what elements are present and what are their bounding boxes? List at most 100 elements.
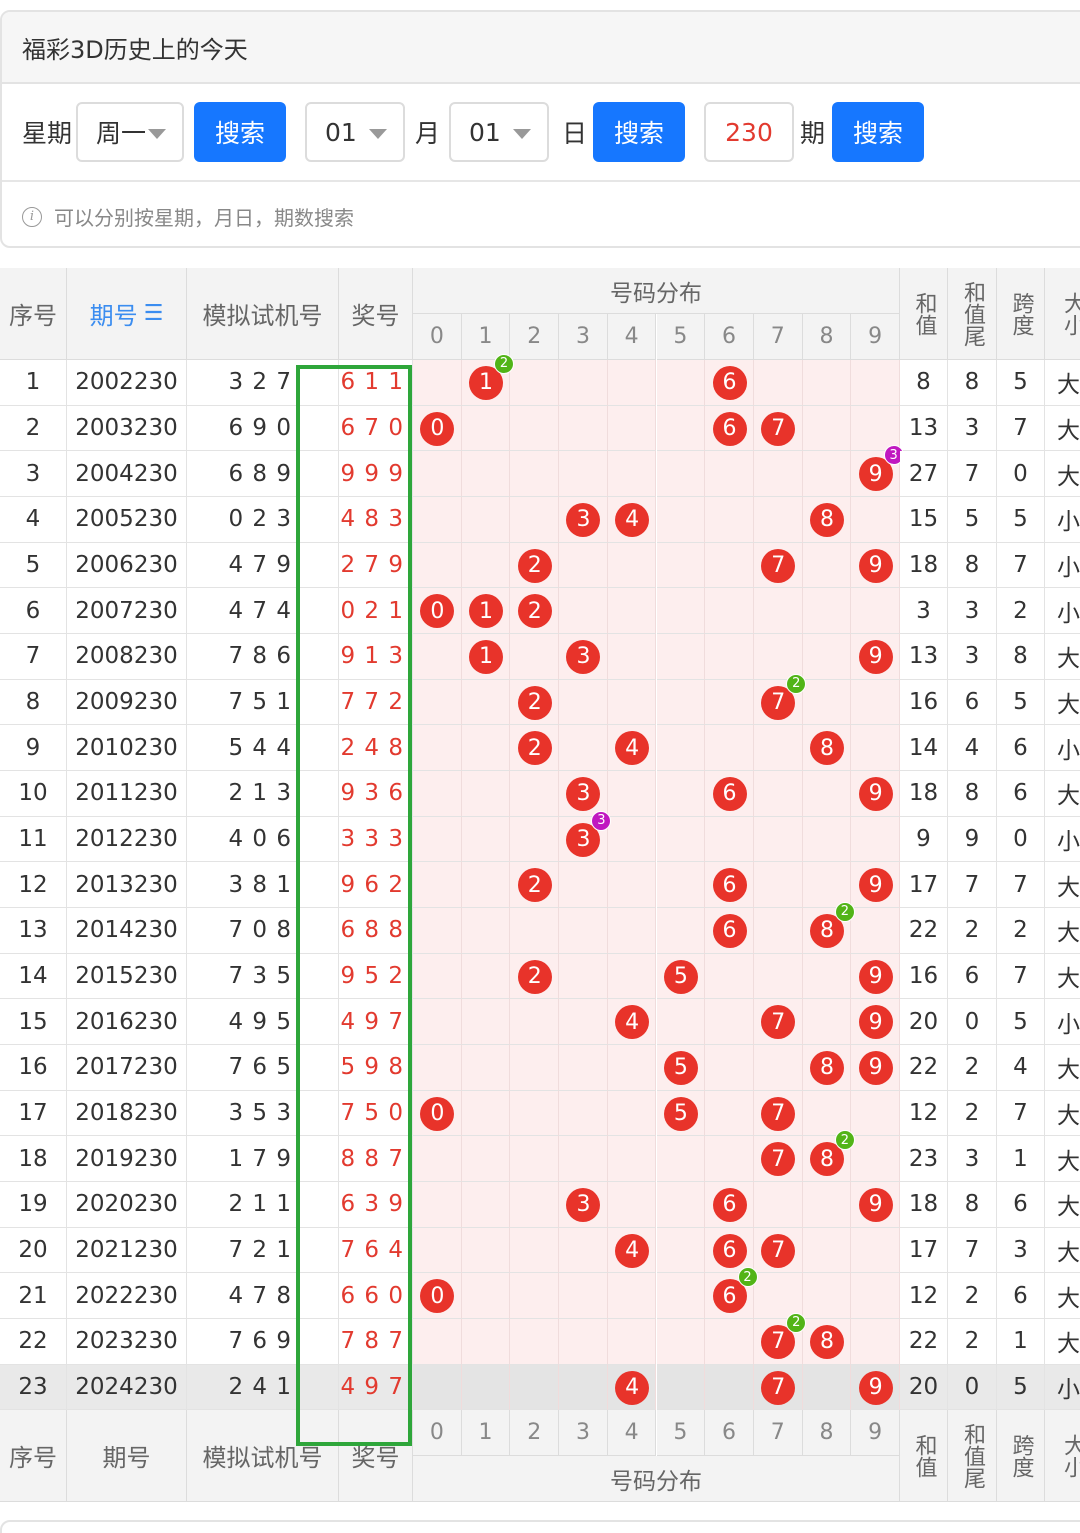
dist-cell [559, 1227, 608, 1274]
row-sum-tail: 8 [948, 771, 997, 817]
date-search-button[interactable]: 搜索 [593, 102, 685, 162]
issue-input[interactable]: 230 [704, 102, 794, 162]
dist-cell [607, 953, 657, 1000]
dist-cell [559, 679, 608, 726]
dist-cell [753, 634, 803, 680]
dist-cell [656, 1319, 706, 1365]
dist-cell [559, 1273, 608, 1320]
row-sim-number: 3 2 7 [187, 360, 339, 406]
dist-cell [559, 1090, 608, 1137]
row-span: 5 [997, 497, 1045, 543]
dist-cell [510, 1273, 560, 1320]
row-prize-number: 6 8 8 [339, 908, 413, 954]
dist-cell [705, 1045, 754, 1091]
row-prize-number: 9 6 2 [339, 862, 413, 909]
row-sim-number: 0 2 3 [187, 497, 339, 543]
dist-cell [607, 1273, 657, 1320]
header-issue[interactable]: 期号 ☰ [67, 268, 187, 360]
number-ball: 9 [858, 776, 893, 811]
dist-cell [656, 999, 706, 1046]
row-sum-tail: 6 [948, 953, 997, 1000]
row-sim-number: 3 5 3 [187, 1090, 339, 1137]
dist-cell [705, 679, 754, 726]
row-sum-tail: 7 [948, 862, 997, 909]
row-sim-number: 2 1 3 [187, 771, 339, 817]
row-sim-number: 2 1 1 [187, 1182, 339, 1228]
row-big-small: 大 [1045, 1136, 1080, 1183]
dist-cell [559, 451, 608, 497]
panel-divider [2, 180, 1080, 182]
number-ball: 8 [809, 502, 844, 537]
dist-cell [607, 679, 657, 726]
header-issue[interactable]: 期号 [67, 1410, 187, 1503]
number-ball: 9 [858, 548, 893, 583]
row-index: 22 [0, 1319, 67, 1365]
row-index: 6 [0, 588, 67, 634]
row-index: 8 [0, 679, 67, 726]
issue-search-button[interactable]: 搜索 [832, 102, 924, 162]
row-issue: 2021230 [67, 1227, 187, 1274]
dist-cell [510, 405, 560, 452]
row-issue: 2007230 [67, 588, 187, 634]
row-index: 17 [0, 1090, 67, 1137]
number-ball: 5 [663, 1096, 698, 1131]
number-ball: 7 [761, 1233, 796, 1268]
weekday-search-button[interactable]: 搜索 [194, 102, 286, 162]
dist-cell [656, 542, 706, 589]
row-sum: 12 [900, 1273, 948, 1320]
dist-cell [656, 1273, 706, 1320]
dist-cell [656, 360, 706, 406]
dist-cell [413, 771, 462, 817]
row-sim-number: 4 9 5 [187, 999, 339, 1046]
row-prize-number: 6 6 0 [339, 1273, 413, 1320]
weekday-select[interactable]: 周一 [76, 102, 184, 162]
search-hint-text: 可以分别按星期，月日，期数搜索 [54, 206, 354, 230]
row-prize-number: 7 7 2 [339, 679, 413, 726]
dist-cell [607, 588, 657, 634]
row-sum: 16 [900, 953, 948, 1000]
dist-cell [607, 1090, 657, 1137]
dist-cell [656, 1227, 706, 1274]
dist-cell [413, 360, 462, 406]
sort-icon[interactable]: ☰ [144, 301, 164, 326]
row-big-small: 小 [1045, 1364, 1080, 1411]
dist-cell [510, 908, 560, 954]
dist-cell [802, 1227, 852, 1274]
row-big-small: 大 [1045, 1045, 1080, 1091]
row-issue: 2014230 [67, 908, 187, 954]
header-sim: 模拟试机号 [187, 268, 339, 360]
dist-cell [413, 542, 462, 589]
row-span: 5 [997, 679, 1045, 726]
day-select[interactable]: 01 [449, 102, 549, 162]
number-ball: 2 [517, 685, 552, 720]
row-sum-tail: 3 [948, 588, 997, 634]
header-digit: 6 [705, 314, 754, 360]
dist-cell [559, 360, 608, 406]
row-issue: 2017230 [67, 1045, 187, 1091]
month-select[interactable]: 01 [305, 102, 405, 162]
search-row: 星期 周一 搜索 01 月 01 日 搜索 230 期 搜索 [2, 102, 1080, 162]
row-sim-number: 7 3 5 [187, 953, 339, 1000]
header-sum-tail: 和值尾 [948, 1410, 997, 1503]
number-ball: 7 [761, 411, 796, 446]
dist-cell [753, 497, 803, 543]
dist-cell [461, 999, 511, 1046]
row-span: 6 [997, 1182, 1045, 1228]
header-distribution: 号码分布 [413, 1456, 900, 1503]
dist-cell [413, 1364, 462, 1411]
header-distribution: 号码分布 [413, 268, 900, 314]
row-sum: 20 [900, 1364, 948, 1411]
dist-cell [802, 542, 852, 589]
dist-cell [461, 1136, 511, 1183]
dist-cell [705, 1319, 754, 1365]
number-ball: 9 [858, 868, 893, 903]
dist-cell [802, 1364, 852, 1411]
header-sum: 和值 [900, 1410, 948, 1503]
dist-cell [705, 588, 754, 634]
dist-cell [461, 679, 511, 726]
header-prize: 奖号 [339, 1410, 413, 1503]
row-span: 7 [997, 405, 1045, 452]
header-digit: 0 [413, 1410, 462, 1457]
dist-cell [705, 451, 754, 497]
row-index: 12 [0, 862, 67, 909]
